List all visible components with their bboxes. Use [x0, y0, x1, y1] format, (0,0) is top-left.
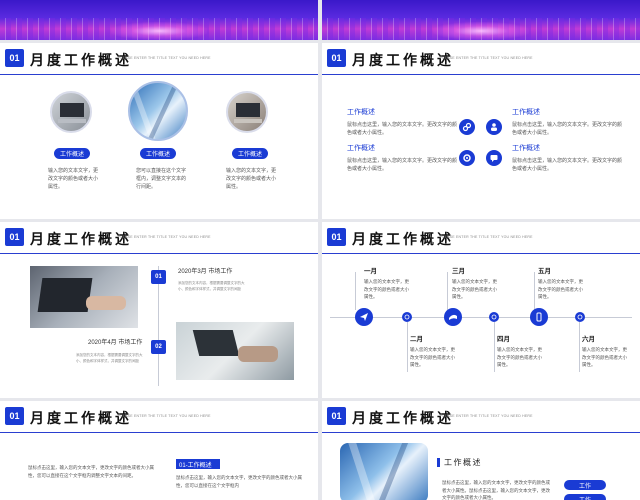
slide-title: 月度工作概述: [30, 410, 132, 426]
slide-subtitle: PLEASE ENTER THE TITLE TEXT YOU NEED HER…: [118, 414, 211, 418]
slide-title: 月度工作概述: [30, 52, 132, 68]
step-text: 添加您的文本内容，根据需要调整文字的大小、颜色和字体样式，并调整文字的间距: [76, 353, 143, 363]
gear-icon: [459, 150, 475, 166]
typing-photo: [30, 266, 138, 328]
slide-title: 月度工作概述: [30, 231, 132, 247]
work-button[interactable]: 工作: [564, 480, 606, 490]
chat-icon: [486, 150, 502, 166]
slide-6[interactable]: 01 月度工作概述 PLEASE ENTER THE TITLE TEXT YO…: [322, 401, 640, 500]
laptop-photo: [50, 91, 92, 133]
send-icon: [355, 308, 373, 326]
title-divider: [0, 253, 318, 254]
overview-heading: 工作概述: [512, 145, 540, 152]
overview-text: 输入您的文本文字，更改文字的颜色或者大小属性。: [226, 168, 277, 190]
body-text: 鼠标点击这里，输入您的文本文字，更改文字的颜色或者大小属性，您可以直接在这个文字…: [28, 465, 154, 478]
overview-text: 输入您的文本文字，更改文字的颜色或者大小属性。: [48, 168, 99, 190]
overview-button[interactable]: 工作概述: [140, 148, 176, 159]
banner-right: [322, 0, 640, 40]
overview-heading: 工作概述: [347, 145, 375, 152]
overview-text: 鼠标点击这里，输入您的文本文字。更改文字的颜色或者大小属性。: [512, 122, 623, 136]
month-label: 一月: [364, 268, 377, 275]
section-badge: 01: [327, 407, 346, 425]
title-divider: [0, 432, 318, 433]
clock-icon: [575, 312, 585, 322]
connector: [494, 322, 495, 372]
body-text: 鼠标点击这里，输入您的文本文字，更改文字的颜色或者大小属性。鼠标点击这里，输入您…: [442, 480, 550, 500]
overview-button[interactable]: 工作概述: [232, 148, 268, 159]
building-photo: [340, 443, 428, 500]
tag-label: 01-工作概述: [176, 459, 220, 469]
overview-text: 您可以直接在这个文字框内，调整文字文本的行间距。: [136, 168, 187, 190]
timeline-line: [158, 266, 159, 386]
work-button[interactable]: 工作: [564, 494, 606, 500]
slide-subtitle: PLEASE ENTER THE TITLE TEXT YOU NEED HER…: [440, 414, 533, 418]
month-label: 二月: [410, 336, 423, 343]
section-badge: 01: [327, 49, 346, 67]
banner-left: [0, 0, 318, 40]
month-text: 输入您的文本文字，更改文字的颜色或者大小属性。: [582, 347, 627, 367]
slide-subtitle: PLEASE ENTER THE TITLE TEXT YOU NEED HER…: [440, 56, 533, 60]
people-icon: [486, 119, 502, 135]
slide-2[interactable]: 01 月度工作概述 PLEASE ENTER THE TITLE TEXT YO…: [322, 43, 640, 219]
overview-heading: 工作概述: [347, 109, 375, 116]
slide-1[interactable]: 01 月度工作概述 PLEASE ENTER THE TITLE TEXT YO…: [0, 43, 318, 219]
clock-icon: [402, 312, 412, 322]
month-text: 输入您的文本文字，更改文字的颜色或者大小属性。: [497, 347, 542, 367]
laptop-photo: [226, 91, 268, 133]
title-divider: [322, 432, 640, 433]
connector: [407, 322, 408, 372]
connector: [534, 272, 535, 310]
step-heading: 2020年3月 市场工作: [178, 269, 233, 275]
laptop-desk-photo: [176, 322, 294, 380]
month-label: 五月: [538, 268, 551, 275]
slide-title: 月度工作概述: [352, 231, 454, 247]
section-badge: 01: [5, 228, 24, 246]
step-text: 添加您的文本内容，根据需要调整文字的大小、颜色和字体样式，并调整文字的间距: [178, 281, 245, 291]
slide-subtitle: PLEASE ENTER THE TITLE TEXT YOU NEED HER…: [440, 235, 533, 239]
link-icon: [459, 119, 475, 135]
connector: [579, 322, 580, 372]
overview-heading: 工作概述: [512, 109, 540, 116]
section-heading: 工作概述: [444, 458, 482, 467]
step-heading: 2020年4月 市场工作: [88, 340, 143, 346]
step-badge: 02: [151, 340, 166, 354]
phone-icon: [530, 308, 548, 326]
connector: [355, 272, 356, 310]
slide-title: 月度工作概述: [352, 52, 454, 68]
month-text: 输入您的文本文字，更改文字的颜色或者大小属性。: [410, 347, 455, 367]
overview-text: 鼠标点击这里，输入您的文本文字。更改文字的颜色或者大小属性。: [347, 158, 458, 172]
title-divider: [0, 74, 318, 75]
body-text: 鼠标点击这里，输入您的文本文字，更改文字的颜色或者大小属性，您可以直接在这个文字…: [176, 475, 302, 488]
slide-subtitle: PLEASE ENTER THE TITLE TEXT YOU NEED HER…: [118, 235, 211, 239]
month-label: 三月: [452, 268, 465, 275]
section-badge: 01: [327, 228, 346, 246]
month-text: 输入您的文本文字，更改文字的颜色或者大小属性。: [364, 279, 409, 299]
slide-5[interactable]: 01 月度工作概述 PLEASE ENTER THE TITLE TEXT YO…: [0, 401, 318, 500]
overview-button[interactable]: 工作概述: [54, 148, 90, 159]
timeline-axis: [330, 317, 632, 318]
month-text: 输入您的文本文字，更改文字的颜色或者大小属性。: [538, 279, 583, 299]
step-badge: 01: [151, 270, 166, 284]
month-label: 六月: [582, 336, 595, 343]
connector: [447, 272, 448, 310]
slide-title: 月度工作概述: [352, 410, 454, 426]
heading-bar: [437, 458, 440, 467]
section-badge: 01: [5, 49, 24, 67]
building-photo: [128, 81, 188, 141]
overview-text: 鼠标点击这里，输入您的文本文字。更改文字的颜色或者大小属性。: [512, 158, 623, 172]
flag-icon: [444, 308, 462, 326]
slide-subtitle: PLEASE ENTER THE TITLE TEXT YOU NEED HER…: [118, 56, 211, 60]
overview-text: 鼠标点击这里，输入您的文本文字。更改文字的颜色或者大小属性。: [347, 122, 458, 136]
month-label: 四月: [497, 336, 510, 343]
title-divider: [322, 253, 640, 254]
slide-3[interactable]: 01 月度工作概述 PLEASE ENTER THE TITLE TEXT YO…: [0, 222, 318, 398]
section-badge: 01: [5, 407, 24, 425]
title-divider: [322, 74, 640, 75]
month-text: 输入您的文本文字，更改文字的颜色或者大小属性。: [452, 279, 497, 299]
slide-4[interactable]: 01 月度工作概述 PLEASE ENTER THE TITLE TEXT YO…: [322, 222, 640, 398]
clock-icon: [489, 312, 499, 322]
